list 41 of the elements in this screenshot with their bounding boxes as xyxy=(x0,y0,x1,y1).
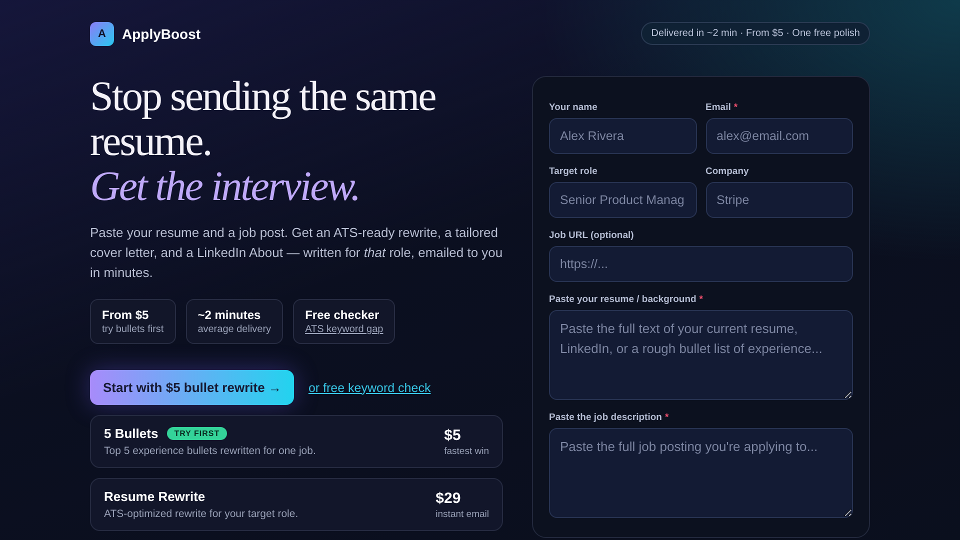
stat-subtitle: try bullets first xyxy=(102,324,164,335)
plan-card[interactable]: 5 Bullets TRY FIRST Top 5 experience bullets rewritten for one job. $5 fastest win xyxy=(90,415,503,468)
field-label: Paste your resume / background * xyxy=(549,294,704,305)
input-field[interactable]: https://... xyxy=(549,246,853,282)
stat-title: ~2 minutes xyxy=(198,308,262,322)
hero-description: Paste your resume and a job post. Get an ATS-ready rewrite, a tailored cover letter, and a LinkedIn About — written for that role, emailed to you in minutes. xyxy=(90,224,503,282)
input-field[interactable]: Alex Rivera xyxy=(549,118,696,154)
plan-price: $5 xyxy=(444,426,462,444)
start-button[interactable]: Start with $5 bullet rewrite → xyxy=(90,370,294,405)
plan-price: $29 xyxy=(436,490,462,506)
field-label: Job URL (optional) xyxy=(549,230,635,241)
text-area[interactable]: Paste the full job posting you're applying to... xyxy=(549,428,853,518)
stat-title: From $5 xyxy=(102,308,150,322)
plan-description: Top 5 experience bullets rewritten for one job. xyxy=(104,445,316,457)
required-mark: * xyxy=(699,294,703,305)
plan-name: 5 Bullets xyxy=(104,426,158,441)
logo-icon: A xyxy=(90,22,114,46)
plan-badge: TRY FIRST xyxy=(167,427,227,440)
plan-description: ATS-optimized rewrite for your target role. xyxy=(104,508,298,520)
plan-note: fastest win xyxy=(444,446,489,456)
required-mark: * xyxy=(734,102,738,113)
brand-name: ApplyBoost xyxy=(122,26,201,42)
plan-note: instant email xyxy=(436,508,489,520)
field-label: Your name xyxy=(549,102,598,113)
info-pill: Delivered in ~2 min · From $5 · One free polish xyxy=(641,22,870,45)
plan-name: Resume Rewrite xyxy=(104,489,206,504)
plan-card[interactable]: Resume Rewrite ATS-optimized rewrite for your target role. $29 instant email xyxy=(90,478,503,531)
input-field[interactable]: alex@email.com xyxy=(706,118,853,154)
text-area[interactable]: Paste the full text of your current resume, LinkedIn, or a rough bullet list of experience... xyxy=(549,310,853,400)
required-mark: * xyxy=(664,412,669,423)
field-label: Company xyxy=(706,166,750,177)
field-label: Email * xyxy=(706,102,739,113)
stat-link[interactable]: ATS keyword gap xyxy=(305,324,384,335)
input-field[interactable]: Stripe xyxy=(706,182,853,218)
field-label: Target role xyxy=(549,166,598,177)
stat-title: Free checker xyxy=(305,308,380,322)
hero-heading: Stop sending the same resume. Get the interview. xyxy=(90,75,436,210)
field-label: Paste the job description * xyxy=(549,412,670,423)
keyword-check-link[interactable]: or free keyword check xyxy=(308,380,431,394)
stat-subtitle: average delivery xyxy=(198,324,272,335)
input-field[interactable]: Senior Product Manag xyxy=(549,182,696,218)
